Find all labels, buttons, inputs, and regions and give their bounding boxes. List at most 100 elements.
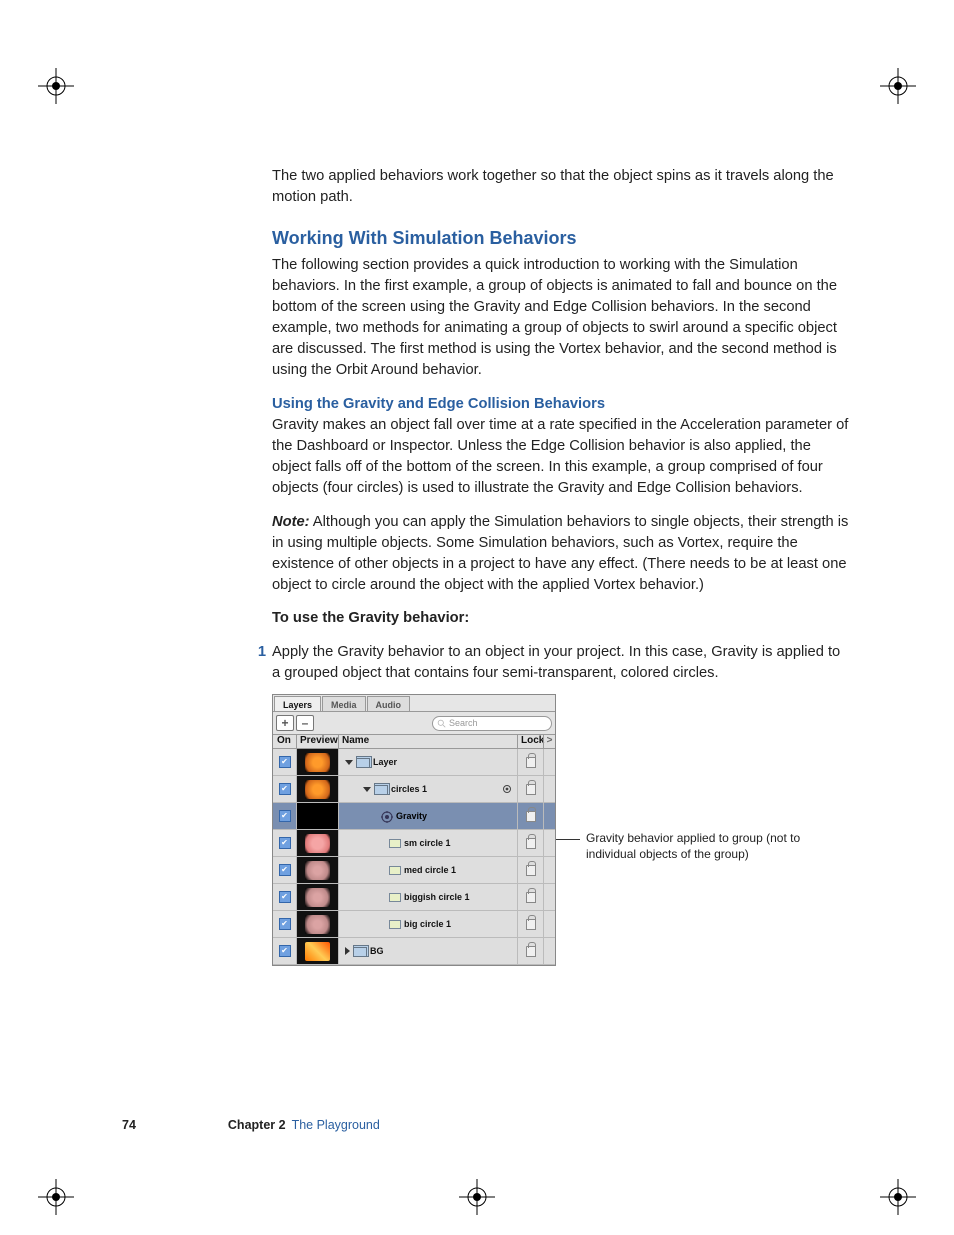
header-row: On Preview Name Lock > xyxy=(273,735,555,749)
add-button[interactable]: + xyxy=(276,715,294,731)
layer-name[interactable]: med circle 1 xyxy=(339,857,517,883)
page-body: The two applied behaviors work together … xyxy=(272,166,852,966)
extra-cell xyxy=(543,911,555,937)
page-number: 74 xyxy=(122,1117,136,1135)
subsection-heading: Using the Gravity and Edge Collision Beh… xyxy=(272,394,852,415)
preview-thumb xyxy=(297,884,339,910)
preview-thumb xyxy=(297,749,339,775)
layer-name[interactable]: sm circle 1 xyxy=(339,830,517,856)
extra-cell xyxy=(543,938,555,964)
on-checkbox[interactable] xyxy=(273,749,297,775)
preview-thumb xyxy=(297,803,339,829)
on-checkbox[interactable] xyxy=(273,857,297,883)
disclosure-right-icon[interactable] xyxy=(345,947,350,955)
layer-name[interactable]: biggish circle 1 xyxy=(339,884,517,910)
tab-audio[interactable]: Audio xyxy=(367,696,411,711)
layers-panel: Layers Media Audio + – Search On Preview… xyxy=(272,694,556,966)
layer-name[interactable]: big circle 1 xyxy=(339,911,517,937)
lock-toggle[interactable] xyxy=(517,884,543,910)
preview-thumb xyxy=(297,776,339,802)
lock-icon xyxy=(526,784,536,795)
tool-row: + – Search xyxy=(273,712,555,735)
layer-row[interactable]: big circle 1 xyxy=(273,911,555,938)
remove-button[interactable]: – xyxy=(296,715,314,731)
step-number: 1 xyxy=(252,642,272,684)
registration-mark-icon xyxy=(880,1179,916,1215)
extra-cell xyxy=(543,857,555,883)
layer-row[interactable]: biggish circle 1 xyxy=(273,884,555,911)
search-icon xyxy=(437,719,446,728)
tab-row: Layers Media Audio xyxy=(273,695,555,712)
lock-toggle[interactable] xyxy=(517,803,543,829)
lock-icon xyxy=(526,865,536,876)
lock-toggle[interactable] xyxy=(517,938,543,964)
lock-icon xyxy=(526,811,536,822)
chapter-title: The Playground xyxy=(292,1117,380,1135)
lock-icon xyxy=(526,892,536,903)
extra-cell xyxy=(543,803,555,829)
lock-toggle[interactable] xyxy=(517,830,543,856)
layer-row[interactable]: circles 1 xyxy=(273,776,555,803)
layer-row[interactable]: Layer xyxy=(273,749,555,776)
group-icon xyxy=(374,785,388,795)
search-placeholder: Search xyxy=(449,717,478,730)
preview-thumb xyxy=(297,830,339,856)
on-checkbox[interactable] xyxy=(273,776,297,802)
extra-cell xyxy=(543,830,555,856)
group-icon xyxy=(356,758,370,768)
extra-cell xyxy=(543,776,555,802)
col-extra: > xyxy=(543,734,555,748)
col-preview: Preview xyxy=(297,734,339,748)
layer-icon xyxy=(389,866,401,875)
callout-line xyxy=(556,839,580,840)
callout-text: Gravity behavior applied to group (not t… xyxy=(586,830,826,862)
section-paragraph: The following section provides a quick i… xyxy=(272,255,852,380)
on-checkbox[interactable] xyxy=(273,938,297,964)
figure: Layers Media Audio + – Search On Preview… xyxy=(272,694,852,966)
col-name: Name xyxy=(339,734,517,748)
registration-mark-icon xyxy=(459,1179,495,1215)
tab-media[interactable]: Media xyxy=(322,696,366,711)
layer-row[interactable]: Gravity xyxy=(273,803,555,830)
layer-row[interactable]: med circle 1 xyxy=(273,857,555,884)
note-paragraph: Note: Although you can apply the Simulat… xyxy=(272,512,852,596)
layer-name[interactable]: BG xyxy=(339,938,517,964)
on-checkbox[interactable] xyxy=(273,884,297,910)
tab-layers[interactable]: Layers xyxy=(274,696,321,711)
chapter-label: Chapter 2 xyxy=(228,1117,286,1135)
disclosure-down-icon[interactable] xyxy=(345,760,353,765)
col-lock: Lock xyxy=(517,734,543,748)
extra-cell xyxy=(543,884,555,910)
lock-icon xyxy=(526,919,536,930)
lock-toggle[interactable] xyxy=(517,776,543,802)
registration-mark-icon xyxy=(38,1179,74,1215)
lock-icon xyxy=(526,838,536,849)
layer-name[interactable]: Gravity xyxy=(339,803,517,829)
section-heading: Working With Simulation Behaviors xyxy=(272,226,852,252)
extra-cell xyxy=(543,749,555,775)
lock-toggle[interactable] xyxy=(517,749,543,775)
registration-mark-icon xyxy=(880,68,916,104)
on-checkbox[interactable] xyxy=(273,911,297,937)
disclosure-down-icon[interactable] xyxy=(363,787,371,792)
on-checkbox[interactable] xyxy=(273,830,297,856)
step-body: Apply the Gravity behavior to an object … xyxy=(272,642,852,684)
note-label: Note: xyxy=(272,514,310,530)
task-heading: To use the Gravity behavior: xyxy=(272,608,852,629)
layer-name[interactable]: Layer xyxy=(339,749,517,775)
lock-icon xyxy=(526,946,536,957)
gear-icon[interactable] xyxy=(502,784,512,794)
lock-toggle[interactable] xyxy=(517,857,543,883)
layer-name[interactable]: circles 1 xyxy=(339,776,517,802)
layer-row[interactable]: sm circle 1 xyxy=(273,830,555,857)
on-checkbox[interactable] xyxy=(273,803,297,829)
layer-row[interactable]: BG xyxy=(273,938,555,965)
lock-toggle[interactable] xyxy=(517,911,543,937)
preview-thumb xyxy=(297,857,339,883)
lock-icon xyxy=(526,757,536,768)
subsection-paragraph: Gravity makes an object fall over time a… xyxy=(272,415,852,499)
footer: 74 Chapter 2 The Playground xyxy=(122,1117,380,1135)
layer-icon xyxy=(389,893,401,902)
search-input[interactable]: Search xyxy=(432,716,552,731)
intro-paragraph: The two applied behaviors work together … xyxy=(272,166,852,208)
